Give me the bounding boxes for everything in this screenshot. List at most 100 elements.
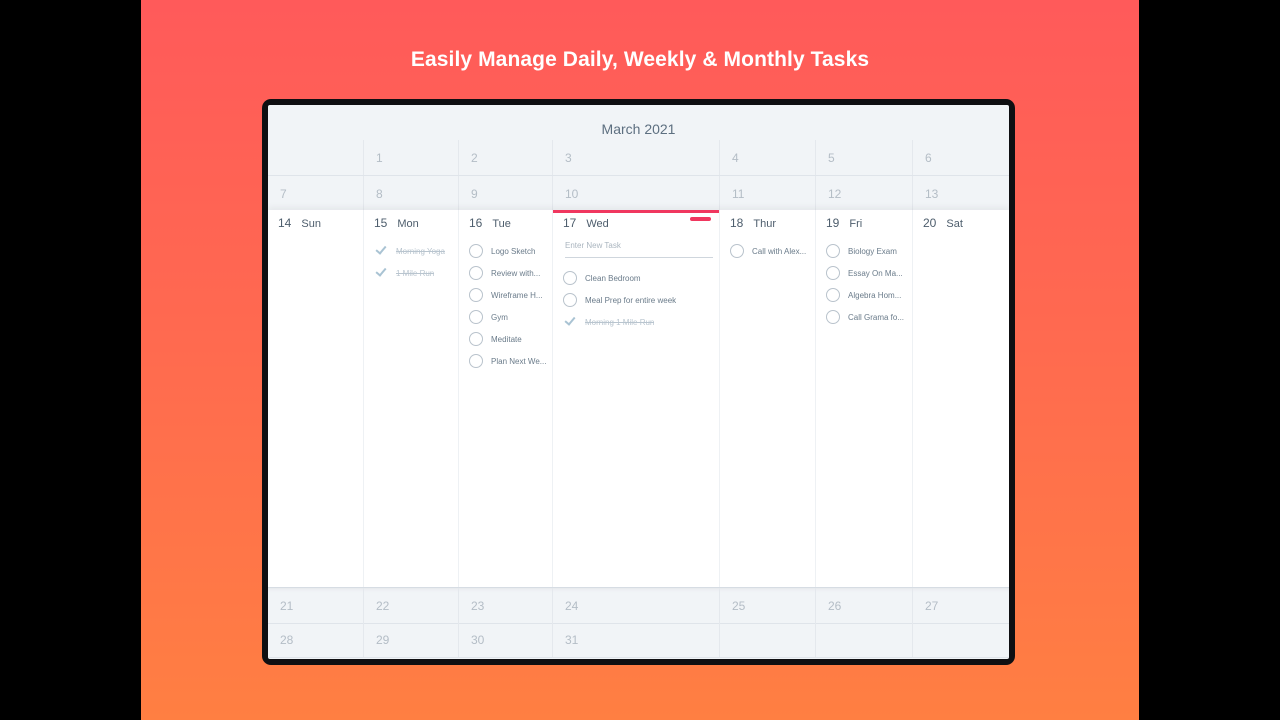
- day-cell[interactable]: 8: [363, 176, 458, 211]
- day-number: 9: [471, 187, 478, 201]
- task-checkbox[interactable]: [469, 354, 483, 368]
- day-number: 27: [925, 599, 939, 613]
- task-checkbox[interactable]: [826, 244, 840, 258]
- day-number: 28: [280, 633, 294, 647]
- task-item[interactable]: Clean Bedroom: [563, 267, 717, 289]
- day-cell[interactable]: 13: [912, 176, 1009, 211]
- task-checkbox[interactable]: [469, 244, 483, 258]
- day-cell[interactable]: 10: [552, 176, 719, 211]
- day-header: 19 Fri: [826, 216, 862, 230]
- day-name: Tue: [492, 218, 511, 230]
- day-cell[interactable]: 7: [268, 176, 363, 211]
- task-item[interactable]: Meal Prep for entire week: [563, 289, 717, 311]
- day-cell[interactable]: 4: [719, 140, 815, 175]
- task-label: Logo Sketch: [491, 246, 536, 256]
- day-number: 22: [376, 599, 390, 613]
- day-cell[interactable]: [719, 622, 815, 657]
- task-checkbox[interactable]: [469, 288, 483, 302]
- day-cell[interactable]: 5: [815, 140, 912, 175]
- task-label: Gym: [491, 312, 508, 322]
- promo-background: Easily Manage Daily, Weekly & Monthly Ta…: [141, 0, 1139, 720]
- day-cell[interactable]: 11: [719, 176, 815, 211]
- task-item[interactable]: Review with...: [469, 262, 550, 284]
- checkmark-icon[interactable]: [374, 244, 388, 258]
- task-checkbox[interactable]: [469, 310, 483, 324]
- day-cell[interactable]: 31: [552, 622, 719, 657]
- day-cell[interactable]: 21: [268, 588, 363, 623]
- day-number: 11: [732, 187, 745, 201]
- task-checkbox[interactable]: [826, 266, 840, 280]
- task-item[interactable]: Call with Alex...: [730, 240, 813, 262]
- day-cell[interactable]: 24: [552, 588, 719, 623]
- day-cell[interactable]: 28: [268, 622, 363, 657]
- task-item[interactable]: Morning 1 Mile Run: [563, 311, 717, 333]
- task-item[interactable]: Plan Next We...: [469, 350, 550, 372]
- calendar-week-row: 7 8 9 10 11 12 13: [268, 175, 1009, 212]
- day-cell[interactable]: 22: [363, 588, 458, 623]
- day-cell[interactable]: 25: [719, 588, 815, 623]
- calendar-week-row: 21 22 23 24 25 26 27: [268, 587, 1009, 624]
- task-item[interactable]: Logo Sketch: [469, 240, 550, 262]
- day-cell[interactable]: [268, 140, 363, 175]
- calendar-week-row: 1 2 3 4 5 6: [268, 140, 1009, 176]
- day-cell[interactable]: 26: [815, 588, 912, 623]
- task-item[interactable]: 1 Mile Run: [374, 262, 456, 284]
- task-item[interactable]: Morning Yoga: [374, 240, 456, 262]
- day-cell[interactable]: 1: [363, 140, 458, 175]
- day-column-wed[interactable]: 17 Wed Enter New Task Clean Bedroom Meal Pre…: [552, 210, 719, 587]
- task-label: Morning 1 Mile Run: [585, 317, 655, 327]
- task-item[interactable]: Wireframe H...: [469, 284, 550, 306]
- day-cell[interactable]: [815, 622, 912, 657]
- checkmark-icon[interactable]: [563, 315, 577, 329]
- day-cell[interactable]: 2: [458, 140, 552, 175]
- day-cell[interactable]: 9: [458, 176, 552, 211]
- task-checkbox[interactable]: [469, 332, 483, 346]
- day-column-thur[interactable]: 18 Thur Call with Alex...: [719, 210, 815, 587]
- day-number: 16: [469, 216, 483, 230]
- promo-headline: Easily Manage Daily, Weekly & Monthly Ta…: [410, 48, 870, 71]
- task-checkbox[interactable]: [563, 293, 577, 307]
- task-checkbox[interactable]: [730, 244, 744, 258]
- day-cell[interactable]: 27: [912, 588, 1009, 623]
- checkmark-icon[interactable]: [374, 266, 388, 280]
- task-item[interactable]: Gym: [469, 306, 550, 328]
- task-list: Clean Bedroom Meal Prep for entire week Mo…: [563, 267, 717, 333]
- day-column-sun[interactable]: 14 Sun: [268, 210, 363, 587]
- day-cell[interactable]: 12: [815, 176, 912, 211]
- day-cell[interactable]: 3: [552, 140, 719, 175]
- task-item[interactable]: Meditate: [469, 328, 550, 350]
- task-label: Call with Alex...: [752, 246, 807, 256]
- today-indicator: [553, 210, 719, 213]
- task-item[interactable]: Biology Exam: [826, 240, 910, 262]
- task-list: Morning Yoga 1 Mile Run: [374, 240, 456, 284]
- day-cell[interactable]: [912, 622, 1009, 657]
- task-label: Meditate: [491, 334, 522, 344]
- day-number: 15: [374, 216, 388, 230]
- day-column-sat[interactable]: 20 Sat: [912, 210, 1009, 587]
- task-checkbox[interactable]: [826, 310, 840, 324]
- task-item[interactable]: Call Grama fo...: [826, 306, 910, 328]
- task-list: Logo Sketch Review with... Wireframe H... G…: [469, 240, 550, 372]
- day-cell[interactable]: 6: [912, 140, 1009, 175]
- day-number: 29: [376, 633, 390, 647]
- task-checkbox[interactable]: [563, 271, 577, 285]
- day-cell[interactable]: 29: [363, 622, 458, 657]
- task-item[interactable]: Essay On Ma...: [826, 262, 910, 284]
- day-column-tue[interactable]: 16 Tue Logo Sketch Review with... Wireframe …: [458, 210, 552, 587]
- day-cell[interactable]: 23: [458, 588, 552, 623]
- day-number: 6: [925, 151, 932, 165]
- day-cell[interactable]: 30: [458, 622, 552, 657]
- day-name: Sun: [301, 218, 321, 230]
- day-number: 20: [923, 216, 937, 230]
- day-number: 2: [471, 151, 478, 165]
- day-column-fri[interactable]: 19 Fri Biology Exam Essay On Ma... Algebra H…: [815, 210, 912, 587]
- day-number: 31: [565, 633, 579, 647]
- new-task-input[interactable]: Enter New Task: [565, 241, 713, 258]
- task-label: 1 Mile Run: [396, 268, 435, 278]
- task-item[interactable]: Algebra Hom...: [826, 284, 910, 306]
- task-checkbox[interactable]: [469, 266, 483, 280]
- day-name: Mon: [397, 218, 419, 230]
- day-column-mon[interactable]: 15 Mon Morning Yoga 1 Mile Run: [363, 210, 458, 587]
- day-header: 14 Sun: [278, 216, 321, 230]
- task-checkbox[interactable]: [826, 288, 840, 302]
